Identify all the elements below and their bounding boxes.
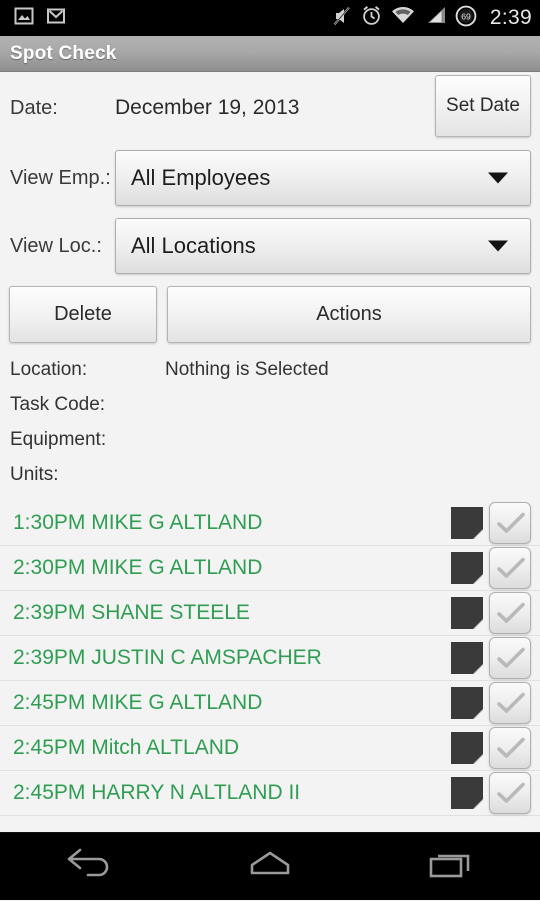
table-row[interactable]: 2:30PM MIKE G ALTLAND	[0, 546, 540, 591]
row-icons	[451, 682, 540, 724]
table-row[interactable]: 2:39PM SHANE STEELE	[0, 591, 540, 636]
action-button-row: Delete Actions	[0, 280, 540, 348]
app-title-bar: Spot Check	[0, 36, 540, 72]
chevron-down-icon	[488, 172, 508, 184]
view-employee-dropdown[interactable]: All Employees	[115, 150, 531, 206]
status-bar: 69 2:39	[0, 0, 540, 36]
wifi-icon	[391, 6, 415, 30]
row-icons	[451, 772, 540, 814]
list-item-label: 2:39PM JUSTIN C AMSPACHER	[13, 646, 322, 669]
home-icon	[243, 847, 297, 886]
note-icon[interactable]	[451, 597, 483, 629]
note-icon[interactable]	[451, 732, 483, 764]
table-row[interactable]: 2:45PM HARRY N ALTLAND II	[0, 771, 540, 816]
checkbox-icon[interactable]	[489, 547, 531, 589]
date-label: Date:	[10, 96, 58, 119]
selection-details: Location: Nothing is Selected Task Code:…	[0, 348, 540, 492]
back-button[interactable]	[30, 833, 150, 901]
list-item-label: 2:45PM MIKE G ALTLAND	[13, 691, 263, 714]
status-bar-notification-icons	[14, 6, 66, 31]
table-row[interactable]: 2:45PM MIKE G ALTLAND	[0, 681, 540, 726]
chevron-down-icon	[488, 240, 508, 252]
view-location-label: View Loc.:	[10, 234, 102, 257]
task-code-label: Task Code:	[10, 393, 106, 415]
location-value: Nothing is Selected	[165, 358, 329, 380]
recent-apps-button[interactable]	[390, 833, 510, 901]
info-row-task-code: Task Code:	[0, 387, 540, 422]
note-icon[interactable]	[451, 552, 483, 584]
units-label: Units:	[10, 463, 59, 485]
list-item-label: 2:30PM MIKE G ALTLAND	[13, 556, 263, 579]
page-title: Spot Check	[10, 42, 117, 64]
note-icon[interactable]	[451, 777, 483, 809]
view-location-row: View Loc.: All Locations	[0, 212, 540, 280]
battery-level-text: 69	[461, 11, 471, 21]
status-bar-clock: 2:39	[489, 6, 532, 29]
info-row-units: Units:	[0, 457, 540, 492]
checkbox-icon[interactable]	[489, 727, 531, 769]
note-icon[interactable]	[451, 687, 483, 719]
list-item-label: 1:30PM MIKE G ALTLAND	[13, 511, 263, 534]
row-icons	[451, 547, 540, 589]
checkbox-icon[interactable]	[489, 592, 531, 634]
table-row[interactable]: 1:30PM MIKE G ALTLAND	[0, 501, 540, 546]
actions-button[interactable]: Actions	[167, 285, 531, 343]
note-icon[interactable]	[451, 507, 483, 539]
info-row-location: Location: Nothing is Selected	[0, 352, 540, 387]
row-icons	[451, 727, 540, 769]
table-row[interactable]: 2:45PM Mitch ALTLAND	[0, 726, 540, 771]
screenshot-image-icon	[14, 6, 34, 31]
actions-button-label: Actions	[316, 302, 382, 325]
row-icons	[451, 502, 540, 544]
equipment-label: Equipment:	[10, 428, 107, 450]
view-location-selected-value: All Locations	[131, 233, 256, 258]
mute-icon	[332, 5, 352, 32]
row-icons	[451, 637, 540, 679]
checkbox-icon[interactable]	[489, 682, 531, 724]
view-employee-selected-value: All Employees	[131, 165, 271, 190]
row-icons	[451, 592, 540, 634]
home-button[interactable]	[210, 833, 330, 901]
delete-button[interactable]: Delete	[9, 285, 157, 343]
cellular-signal-icon	[424, 6, 446, 30]
info-row-equipment: Equipment:	[0, 422, 540, 457]
main-content: Date: December 19, 2013 Set Date View Em…	[0, 72, 540, 816]
note-icon[interactable]	[451, 642, 483, 674]
date-row: Date: December 19, 2013 Set Date	[0, 72, 540, 144]
recents-icon	[423, 847, 477, 886]
checkbox-icon[interactable]	[489, 772, 531, 814]
view-employee-row: View Emp.: All Employees	[0, 144, 540, 212]
location-label: Location:	[10, 358, 88, 380]
view-location-dropdown[interactable]: All Locations	[115, 218, 531, 274]
checkbox-icon[interactable]	[489, 502, 531, 544]
android-navigation-bar	[0, 832, 540, 900]
list-item-label: 2:45PM HARRY N ALTLAND II	[13, 781, 301, 804]
back-arrow-icon	[63, 847, 117, 886]
list-item-label: 2:45PM Mitch ALTLAND	[13, 736, 240, 759]
table-row[interactable]: 2:39PM JUSTIN C AMSPACHER	[0, 636, 540, 681]
alarm-clock-icon	[361, 5, 382, 31]
gmail-icon	[46, 6, 66, 31]
set-date-button-label: Set Date	[446, 95, 520, 116]
battery-icon: 69	[455, 5, 477, 32]
checkbox-icon[interactable]	[489, 637, 531, 679]
view-employee-label: View Emp.:	[10, 166, 111, 189]
spot-check-list[interactable]: 1:30PM MIKE G ALTLAND 2:30PM MIKE G ALTL…	[0, 501, 540, 816]
list-item-label: 2:39PM SHANE STEELE	[13, 601, 250, 624]
status-bar-system-icons: 69 2:39	[332, 5, 532, 32]
date-value: December 19, 2013	[115, 96, 300, 119]
delete-button-label: Delete	[54, 302, 112, 325]
set-date-button[interactable]: Set Date	[435, 75, 531, 137]
